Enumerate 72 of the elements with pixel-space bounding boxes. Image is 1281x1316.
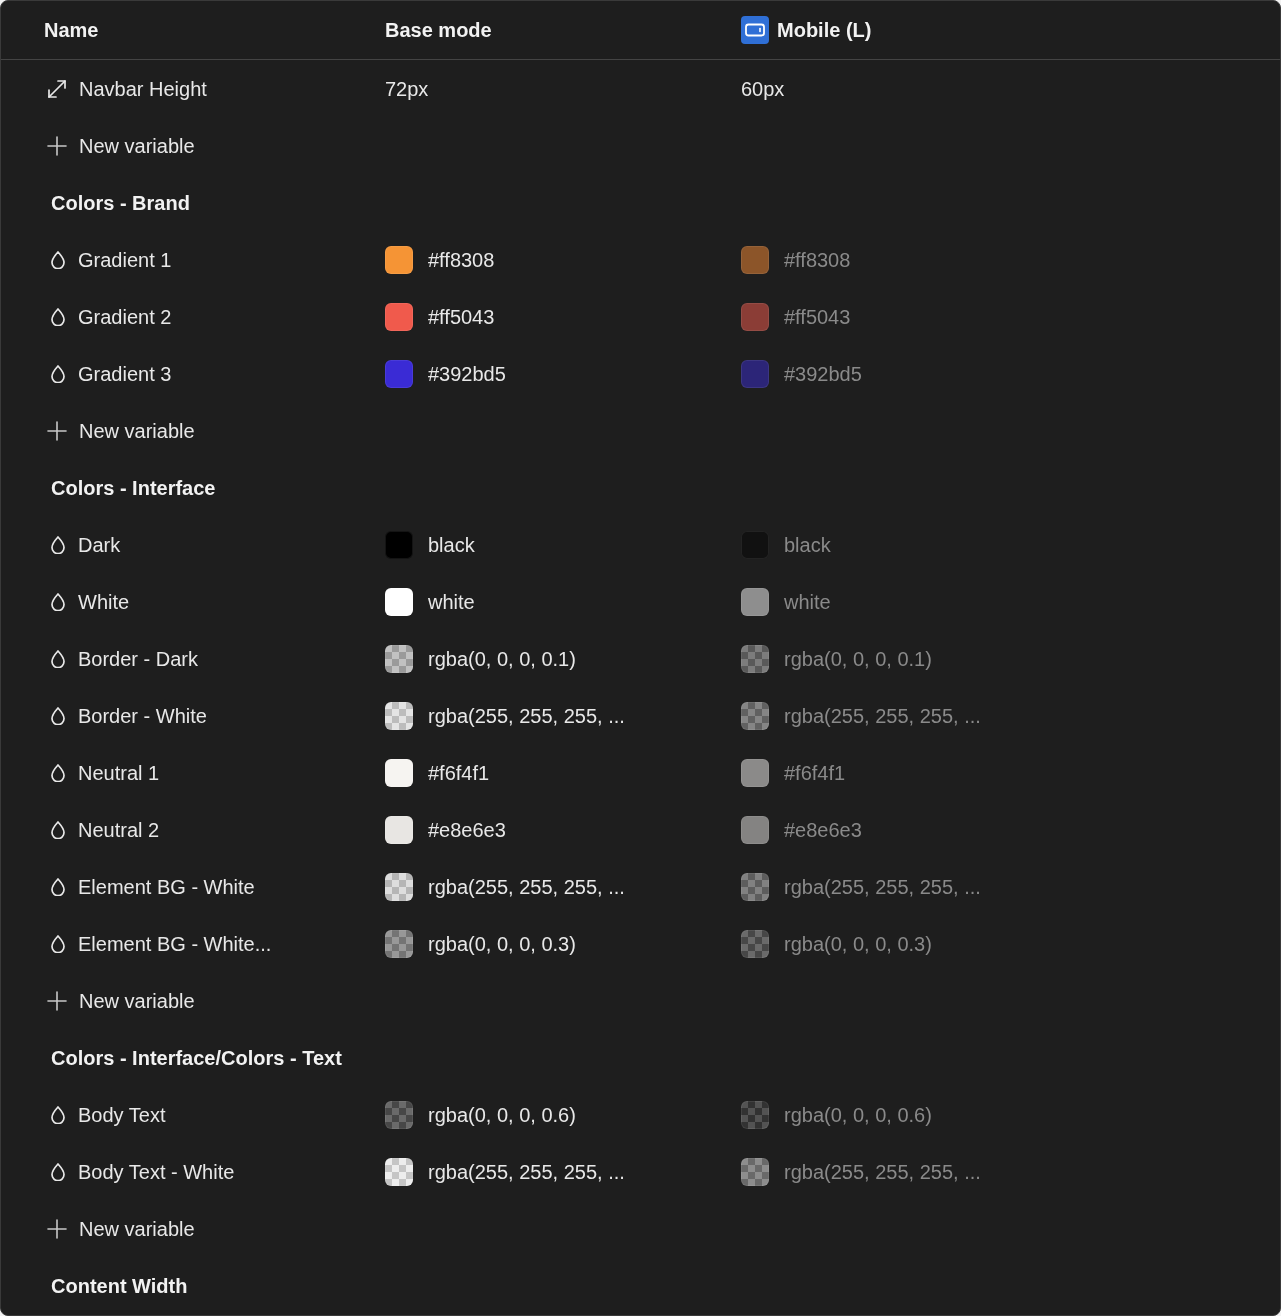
droplet-icon bbox=[51, 250, 65, 269]
new-variable-button[interactable]: New variable bbox=[47, 130, 195, 161]
droplet-icon bbox=[51, 934, 65, 953]
value-text: #ff8308 bbox=[428, 247, 495, 273]
plus-icon bbox=[47, 1218, 67, 1239]
variable-name: Border - White bbox=[78, 703, 207, 729]
variable-name: Element BG - White bbox=[78, 874, 255, 900]
device-icon bbox=[741, 16, 769, 44]
value-text: 60px bbox=[741, 76, 785, 102]
new-variable-button[interactable]: New variable bbox=[47, 985, 195, 1016]
variable-name: Gradient 2 bbox=[78, 304, 172, 330]
droplet-icon bbox=[51, 1105, 65, 1124]
droplet-icon bbox=[51, 1162, 65, 1181]
value-text: black bbox=[428, 532, 475, 558]
variable-name: Gradient 3 bbox=[78, 361, 172, 387]
value-text: #ff5043 bbox=[784, 304, 851, 330]
column-header: Mobile (L) bbox=[777, 18, 872, 43]
droplet-icon bbox=[51, 820, 65, 839]
value-text: rgba(0, 0, 0, 0.6) bbox=[784, 1102, 932, 1128]
value-text: rgba(0, 0, 0, 0.3) bbox=[428, 931, 576, 957]
value-text: rgba(0, 0, 0, 0.3) bbox=[784, 931, 932, 957]
variable-name: Gradient 1 bbox=[78, 247, 172, 273]
value-text: #392bd5 bbox=[428, 361, 506, 387]
droplet-icon bbox=[51, 649, 65, 668]
value-text: rgba(0, 0, 0, 0.1) bbox=[784, 646, 932, 672]
value-text: #f6f4f1 bbox=[784, 760, 846, 786]
value-text: rgba(0, 0, 0, 0.1) bbox=[428, 646, 576, 672]
column-header: Name bbox=[44, 18, 99, 43]
value-text: #f6f4f1 bbox=[428, 760, 490, 786]
value-text: #e8e6e3 bbox=[784, 817, 862, 843]
droplet-icon bbox=[51, 877, 65, 896]
variable-name: Element BG - White... bbox=[78, 931, 272, 957]
new-variable-button[interactable]: New variable bbox=[47, 1213, 195, 1244]
variable-name: Dark bbox=[78, 532, 121, 558]
value-text: white bbox=[428, 589, 475, 615]
column-header: Base mode bbox=[385, 18, 492, 43]
droplet-icon bbox=[51, 592, 65, 611]
group-heading: Colors - Interface/Colors - Text bbox=[51, 1045, 342, 1071]
group-heading: Content Width bbox=[51, 1273, 188, 1299]
droplet-icon bbox=[51, 307, 65, 326]
resize-icon bbox=[47, 78, 67, 99]
variable-name: Border - Dark bbox=[78, 646, 199, 672]
group-heading: Colors - Brand bbox=[51, 190, 190, 216]
droplet-icon bbox=[51, 763, 65, 782]
value-text: rgba(255, 255, 255, ... bbox=[784, 703, 981, 729]
droplet-icon bbox=[51, 535, 65, 554]
value-text: #392bd5 bbox=[784, 361, 862, 387]
value-text: rgba(0, 0, 0, 0.6) bbox=[428, 1102, 576, 1128]
variable-name: Navbar Height bbox=[79, 76, 207, 102]
value-text: rgba(255, 255, 255, ... bbox=[428, 1159, 625, 1185]
droplet-icon bbox=[51, 706, 65, 725]
variable-name: Body Text bbox=[78, 1102, 166, 1128]
value-text: rgba(255, 255, 255, ... bbox=[784, 1159, 981, 1185]
variable-name: White bbox=[78, 589, 130, 615]
value-text: rgba(255, 255, 255, ... bbox=[428, 874, 625, 900]
variable-name: Neutral 2 bbox=[78, 817, 160, 843]
value-text: rgba(255, 255, 255, ... bbox=[784, 874, 981, 900]
value-text: white bbox=[784, 589, 831, 615]
variable-name: Neutral 1 bbox=[78, 760, 160, 786]
value-text: 72px bbox=[385, 76, 429, 102]
plus-icon bbox=[47, 135, 67, 156]
value-text: #ff8308 bbox=[784, 247, 851, 273]
variable-name: Body Text - White bbox=[78, 1159, 235, 1185]
value-text: black bbox=[784, 532, 831, 558]
value-text: rgba(255, 255, 255, ... bbox=[428, 703, 625, 729]
plus-icon bbox=[47, 990, 67, 1011]
plus-icon bbox=[47, 420, 67, 441]
value-text: #e8e6e3 bbox=[428, 817, 506, 843]
new-variable-button[interactable]: New variable bbox=[47, 415, 195, 446]
value-text: #ff5043 bbox=[428, 304, 495, 330]
droplet-icon bbox=[51, 364, 65, 383]
group-heading: Colors - Interface bbox=[51, 475, 216, 501]
